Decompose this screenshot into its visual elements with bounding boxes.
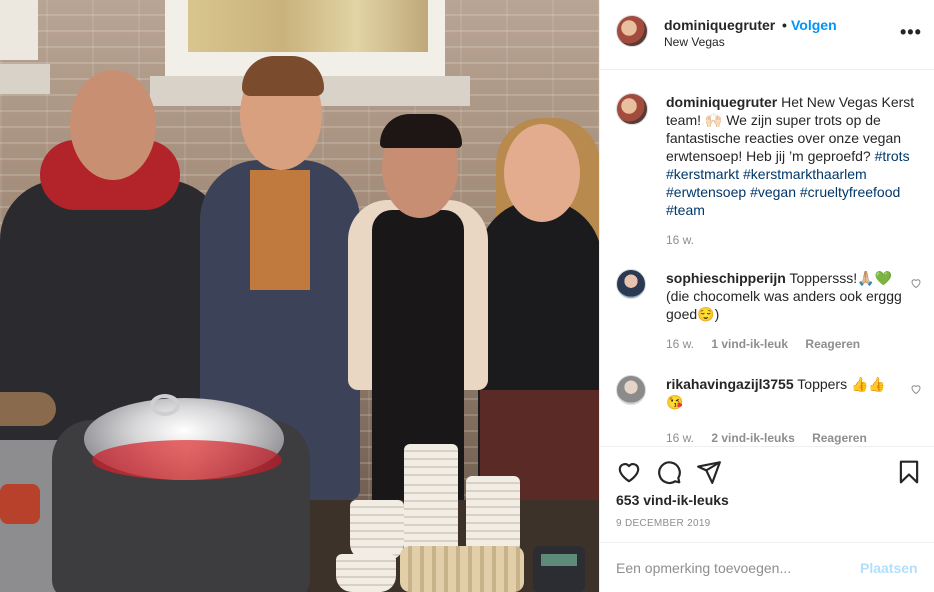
separator-dot: • bbox=[782, 17, 787, 33]
heart-icon[interactable] bbox=[910, 277, 922, 289]
post-actions: 653 vind-ik-leuks 9 DECEMBER 2019 bbox=[600, 446, 934, 542]
post-comment-button[interactable]: Plaatsen bbox=[860, 560, 918, 576]
paper-plane-icon[interactable] bbox=[696, 459, 722, 485]
window-ledge bbox=[0, 64, 50, 94]
person-1-head bbox=[70, 70, 156, 180]
caption-username[interactable]: dominiquegruter bbox=[666, 94, 777, 110]
comment-icon[interactable] bbox=[656, 459, 682, 485]
caption-timestamp[interactable]: 16 w. bbox=[666, 233, 694, 247]
location-link[interactable]: New Vegas bbox=[664, 35, 725, 49]
bowl-stack bbox=[350, 500, 404, 560]
wooden-spoons bbox=[400, 546, 524, 592]
person-4-head bbox=[504, 124, 580, 222]
comment-timestamp[interactable]: 16 w. bbox=[666, 431, 694, 445]
hashtag[interactable]: #vegan bbox=[750, 184, 796, 200]
reply-button[interactable]: Reageren bbox=[805, 337, 860, 351]
more-options-button[interactable]: ••• bbox=[900, 22, 922, 43]
post-side-panel: dominiquegruter • Volgen New Vegas ••• d… bbox=[599, 0, 934, 592]
comment-likes[interactable]: 1 vind-ik-leuk bbox=[711, 337, 788, 351]
person-3-hair bbox=[380, 114, 462, 148]
comment-avatar[interactable] bbox=[616, 375, 646, 405]
caption-avatar[interactable] bbox=[616, 93, 648, 125]
comment-username[interactable]: rikahavingazijl3755 bbox=[666, 376, 794, 392]
window-frame bbox=[0, 0, 38, 60]
follow-button[interactable]: Volgen bbox=[791, 17, 837, 33]
ladle bbox=[0, 392, 56, 426]
post-photo[interactable] bbox=[0, 0, 599, 592]
lid-handle bbox=[150, 394, 180, 416]
comment-text: rikahavingazijl3755 Toppers 👍👍😘 bbox=[666, 375, 902, 411]
reply-button[interactable]: Reageren bbox=[812, 431, 867, 445]
post-header: dominiquegruter • Volgen New Vegas ••• bbox=[600, 0, 934, 70]
heart-icon[interactable] bbox=[616, 459, 642, 485]
window-glass bbox=[188, 0, 428, 52]
hashtag[interactable]: #trots bbox=[875, 148, 910, 164]
person-2-hair bbox=[242, 56, 324, 96]
comments-section[interactable]: dominiquegruter Het New Vegas Kerst team… bbox=[600, 71, 934, 446]
hashtag[interactable]: #kerstmarkthaarlem bbox=[743, 166, 867, 182]
lid-reflection bbox=[92, 440, 282, 480]
comment-meta: 16 w. 2 vind-ik-leuks Reageren bbox=[666, 431, 881, 445]
hashtag[interactable]: #team bbox=[666, 202, 705, 218]
likes-count[interactable]: 653 vind-ik-leuks bbox=[616, 492, 729, 508]
comment-username[interactable]: sophieschipperijn bbox=[666, 270, 786, 286]
comment-input[interactable] bbox=[616, 557, 856, 579]
header-username[interactable]: dominiquegruter bbox=[664, 17, 775, 33]
heart-icon[interactable] bbox=[910, 383, 922, 395]
bowl-stack bbox=[336, 554, 396, 592]
bookmark-icon[interactable] bbox=[896, 459, 922, 485]
comment-likes[interactable]: 2 vind-ik-leuks bbox=[711, 431, 794, 445]
comment-meta: 16 w. 1 vind-ik-leuk Reageren bbox=[666, 337, 874, 351]
caption-text: dominiquegruter Het New Vegas Kerst team… bbox=[666, 93, 926, 219]
person-2-sweater bbox=[250, 170, 310, 290]
payment-terminal bbox=[533, 546, 585, 592]
hashtag[interactable]: #kerstmarkt bbox=[666, 166, 739, 182]
comment-text: sophieschipperijn Toppersss!🙏🏼💚 (die cho… bbox=[666, 269, 902, 323]
add-comment-bar: Plaatsen bbox=[600, 542, 934, 592]
hashtag[interactable]: #crueltyfreefood bbox=[800, 184, 900, 200]
hashtag[interactable]: #erwtensoep bbox=[666, 184, 746, 200]
post-date[interactable]: 9 DECEMBER 2019 bbox=[616, 518, 711, 529]
food-item bbox=[0, 484, 40, 524]
comment-timestamp[interactable]: 16 w. bbox=[666, 337, 694, 351]
comment-avatar[interactable] bbox=[616, 269, 646, 299]
avatar[interactable] bbox=[616, 15, 648, 47]
